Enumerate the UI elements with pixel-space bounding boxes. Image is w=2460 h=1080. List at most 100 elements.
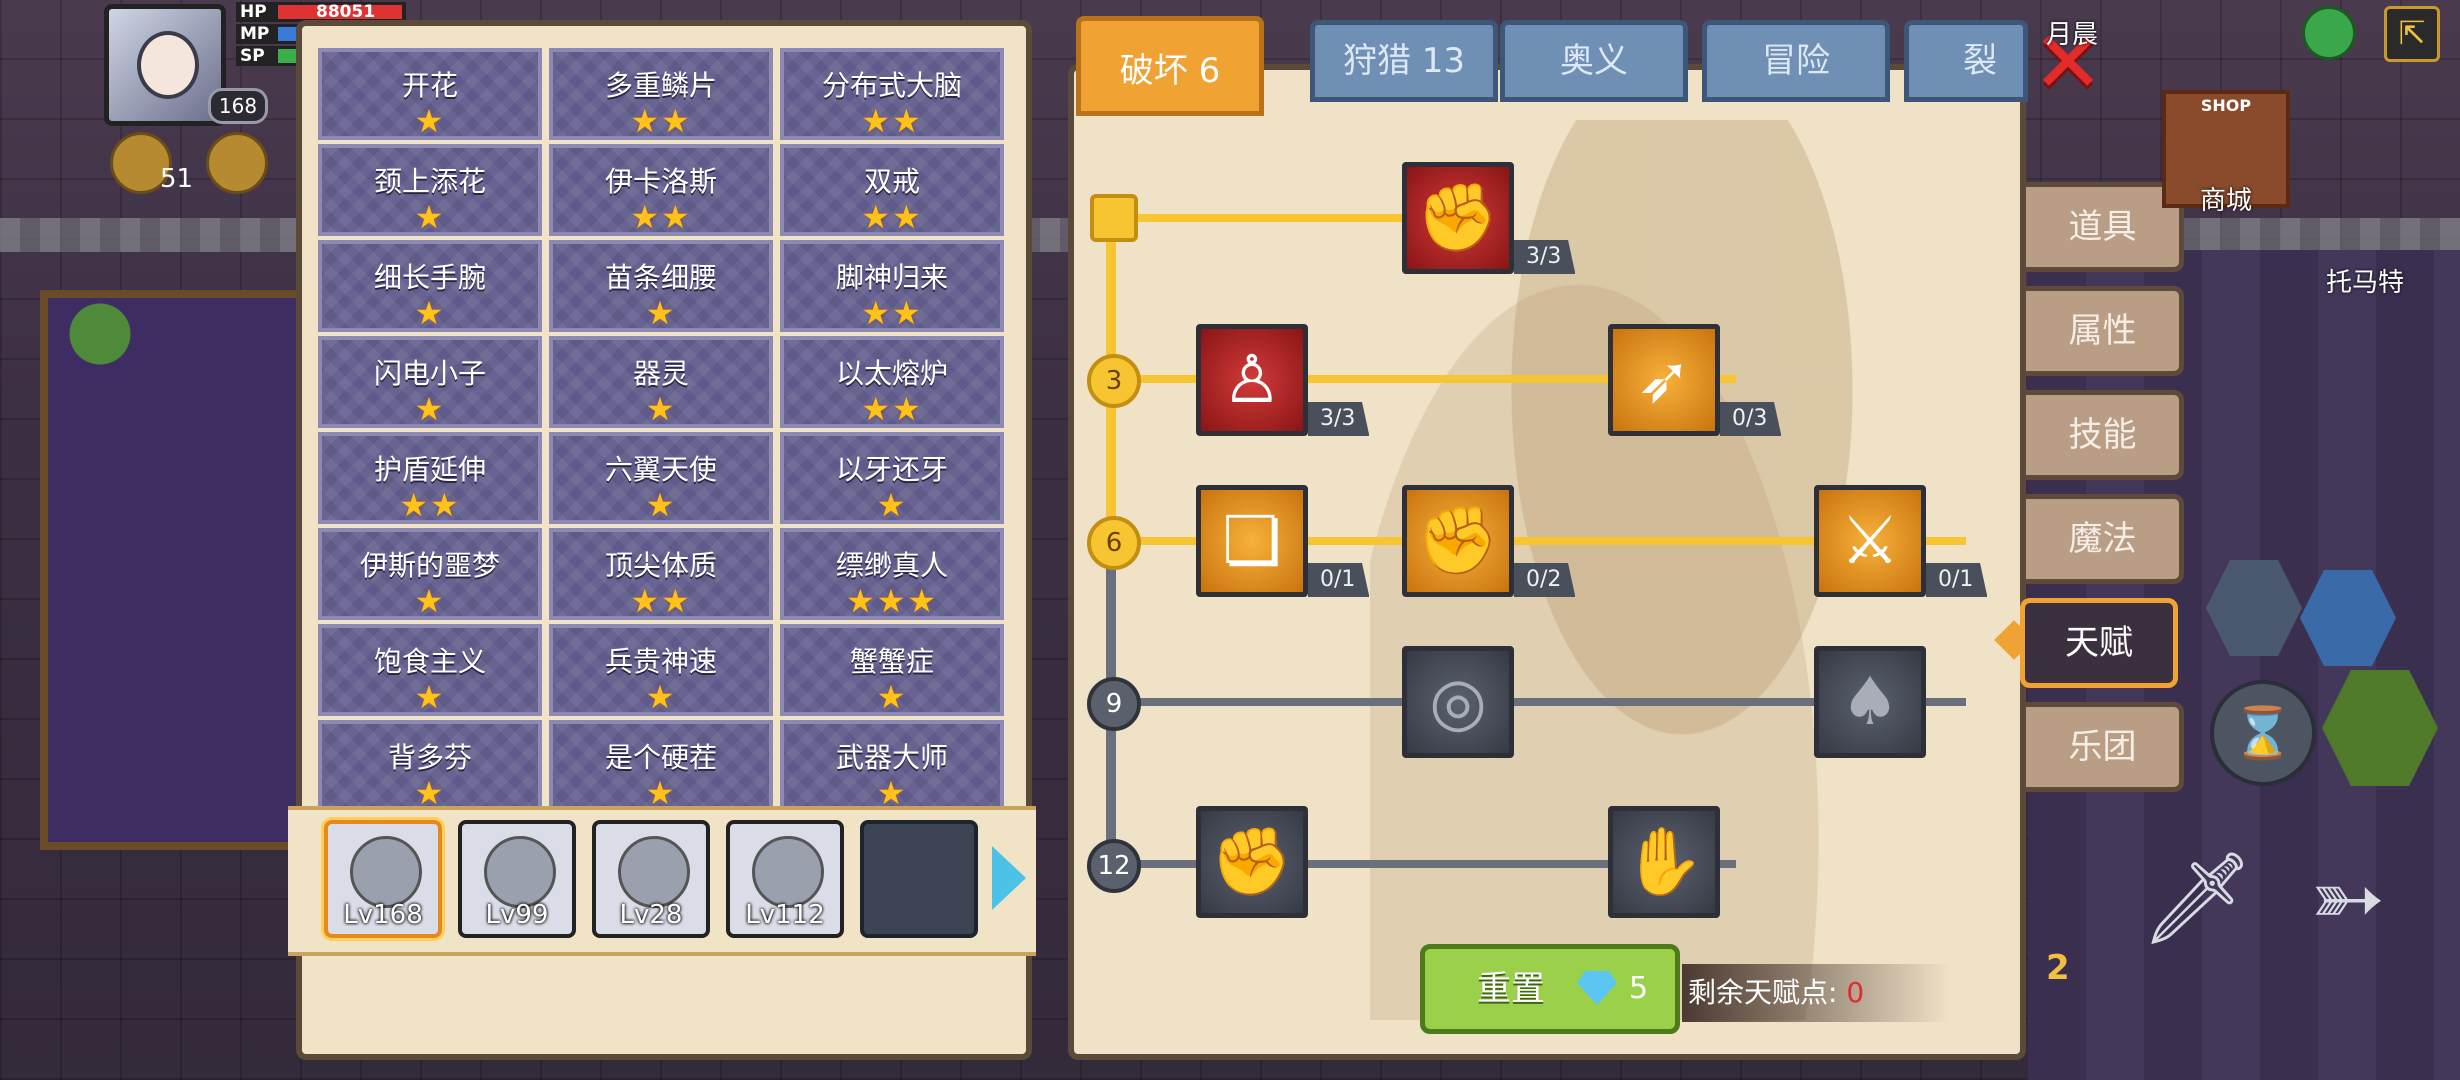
member-level: Lv168 xyxy=(343,900,423,930)
talent-cell[interactable]: 颈上添花 ★ xyxy=(318,144,542,236)
remaining-points: 剩余天赋点: 0 xyxy=(1682,964,1950,1022)
talent-name: 开花 xyxy=(401,69,458,102)
player-level-badge: 168 xyxy=(208,88,268,124)
talent-cell[interactable]: 以太熔炉 ★★ xyxy=(780,336,1004,428)
talent-name: 伊卡洛斯 xyxy=(604,165,717,198)
talent-name: 背多芬 xyxy=(387,741,472,774)
talent-stars: ★ xyxy=(414,390,446,428)
team-member-slot[interactable]: Lv99 xyxy=(458,820,576,938)
muscle-body-icon[interactable]: ♙ xyxy=(1196,324,1308,436)
talent-cell[interactable]: 以牙还牙 ★ xyxy=(780,432,1004,524)
talent-stars: ★ xyxy=(645,774,677,812)
member-level: Lv112 xyxy=(745,900,825,930)
talent-cell[interactable]: 双戒 ★★ xyxy=(780,144,1004,236)
talent-stars: ★ xyxy=(645,678,677,716)
talent-stars: ★ xyxy=(414,774,446,812)
team-member-slot[interactable] xyxy=(860,820,978,938)
skill-count: 0/3 xyxy=(1720,402,1782,436)
talent-stars: ★ xyxy=(414,582,446,620)
talent-cell[interactable]: 六翼天使 ★ xyxy=(549,432,773,524)
talent-cell[interactable]: 脚神归来 ★★ xyxy=(780,240,1004,332)
talent-cell[interactable]: 是个硬茬 ★ xyxy=(549,720,773,812)
team-member-slot[interactable]: Lv112 xyxy=(726,820,844,938)
talent-cell[interactable]: 分布式大脑 ★★ xyxy=(780,48,1004,140)
side-menu-magic[interactable]: 魔法 xyxy=(2026,494,2184,584)
tab-destroy[interactable]: 破坏 6 xyxy=(1076,16,1264,116)
team-member-slot[interactable]: Lv28 xyxy=(592,820,710,938)
grab-icon[interactable]: ✋ xyxy=(1608,806,1720,918)
sword-splash-icon[interactable]: ⚔ xyxy=(1814,485,1926,597)
diamond-icon xyxy=(1577,971,1617,1005)
bat-drop-icon[interactable]: ♠ xyxy=(1814,646,1926,758)
talent-stars: ★★ xyxy=(861,390,923,428)
tab-hunt[interactable]: 狩猎 13 xyxy=(1310,20,1498,102)
talent-cell[interactable]: 顶尖体质 ★★ xyxy=(549,528,773,620)
talent-cell[interactable]: 伊斯的噩梦 ★ xyxy=(318,528,542,620)
punch-icon[interactable]: ✊ xyxy=(1402,485,1514,597)
coin-buff-icon[interactable] xyxy=(206,132,268,194)
talent-name: 细长手腕 xyxy=(373,261,486,294)
fist-icon[interactable]: ✊ xyxy=(1196,806,1308,918)
team-next-arrow-icon[interactable] xyxy=(992,846,1026,910)
talent-name: 六翼天使 xyxy=(604,453,717,486)
hourglass-icon[interactable]: ⌛ xyxy=(2210,680,2316,786)
talent-stars: ★ xyxy=(414,294,446,332)
talent-cell[interactable]: 闪电小子 ★ xyxy=(318,336,542,428)
arrow-strike-icon[interactable]: ➶ xyxy=(1608,324,1720,436)
talent-cell[interactable]: 苗条细腰 ★ xyxy=(549,240,773,332)
arm-wrestle-icon[interactable]: ✊ xyxy=(1402,162,1514,274)
talent-name: 脚神归来 xyxy=(835,261,948,294)
side-menu-band[interactable]: 乐团 xyxy=(2026,702,2184,792)
talent-name: 顶尖体质 xyxy=(604,549,717,582)
globe-icon[interactable] xyxy=(2302,6,2356,60)
talent-name: 多重鳞片 xyxy=(604,69,717,102)
talent-cell[interactable]: 蟹蟹症 ★ xyxy=(780,624,1004,716)
side-menu-attributes[interactable]: 属性 xyxy=(2026,286,2184,376)
team-member-slot[interactable]: Lv168 xyxy=(324,820,442,938)
talent-cell[interactable]: 多重鳞片 ★★ xyxy=(549,48,773,140)
talent-cell[interactable]: 武器大师 ★ xyxy=(780,720,1004,812)
talent-stars: ★ xyxy=(876,486,908,524)
reset-label: 重置 xyxy=(1477,969,1545,1009)
tab-secret[interactable]: 奥义 xyxy=(1500,20,1688,102)
member-portrait xyxy=(484,836,556,908)
skill-count: 3/3 xyxy=(1308,402,1370,436)
side-menu-skills[interactable]: 技能 xyxy=(2026,390,2184,480)
bow-icon[interactable]: ➳ xyxy=(2310,846,2385,951)
side-menu-talent[interactable]: 天赋 xyxy=(2020,598,2178,688)
talent-cell[interactable]: 兵贵神速 ★ xyxy=(549,624,773,716)
tab-adventure[interactable]: 冒险 xyxy=(1702,20,1890,102)
ripple-icon[interactable]: ◎ xyxy=(1402,646,1514,758)
talent-stars: ★★★ xyxy=(845,582,939,620)
talent-cell[interactable]: 背多芬 ★ xyxy=(318,720,542,812)
talent-name: 是个硬茬 xyxy=(604,741,717,774)
reset-button[interactable]: 重置 5 xyxy=(1420,944,1680,1034)
talent-cell[interactable]: 护盾延伸 ★★ xyxy=(318,432,542,524)
potted-plant xyxy=(60,290,140,400)
top-right-text: 月晨 xyxy=(2046,20,2099,50)
talent-cell[interactable]: 缥缈真人 ★★★ xyxy=(780,528,1004,620)
member-portrait xyxy=(618,836,690,908)
talent-name: 缥缈真人 xyxy=(835,549,948,582)
talent-stars: ★ xyxy=(645,390,677,428)
talent-cell[interactable]: 器灵 ★ xyxy=(549,336,773,428)
talent-cell[interactable]: 伊卡洛斯 ★★ xyxy=(549,144,773,236)
reset-cost: 5 xyxy=(1629,971,1649,1006)
talent-stars: ★★ xyxy=(861,294,923,332)
sword-icon[interactable]: 🗡 xyxy=(2140,846,2254,951)
talent-stars: ★ xyxy=(645,486,677,524)
talent-cell[interactable]: 细长手腕 ★ xyxy=(318,240,542,332)
skill-count: 0/1 xyxy=(1926,563,1988,597)
tab-rift[interactable]: 裂痕 xyxy=(1904,20,2028,102)
skill-count: 0/2 xyxy=(1514,563,1576,597)
exit-icon[interactable]: ⇱ xyxy=(2384,6,2440,62)
talent-cell[interactable]: 饱食主义 ★ xyxy=(318,624,542,716)
side-menu-items[interactable]: 道具 xyxy=(2026,182,2184,272)
talent-grid: 开花 ★ 多重鳞片 ★★ 分布式大脑 ★★ 颈上添花 ★ 伊卡洛斯 ★★ 双戒 ★★ 细长手腕 ★ 苗条细腰… xyxy=(318,48,1004,812)
card-slash-icon[interactable]: ❏ xyxy=(1196,485,1308,597)
talent-stars: ★ xyxy=(414,678,446,716)
talent-name: 苗条细腰 xyxy=(604,261,717,294)
talent-name: 分布式大脑 xyxy=(821,69,962,102)
talent-stars: ★ xyxy=(876,678,908,716)
talent-cell[interactable]: 开花 ★ xyxy=(318,48,542,140)
